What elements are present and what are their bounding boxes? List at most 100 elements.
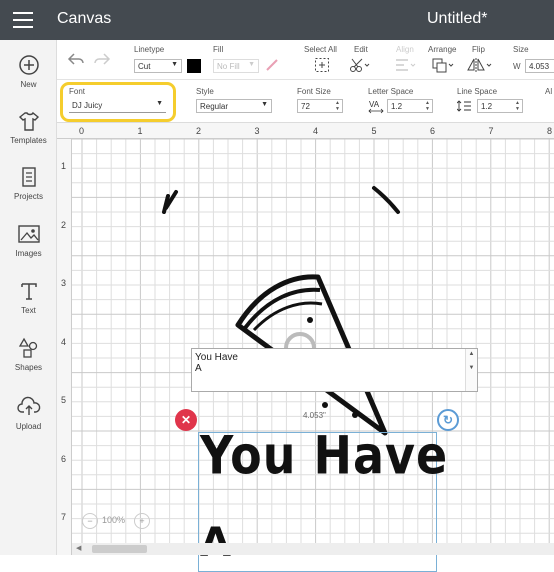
arrange-label: Arrange [428,45,457,54]
undo-icon[interactable] [67,52,85,66]
line-space-value: 1.2 [481,102,493,111]
sidebar-item-text[interactable]: Text [0,280,57,315]
zoom-control: − 100% + [82,513,154,531]
zoom-out-icon[interactable]: − [82,513,98,529]
sidebar-item-label: Templates [10,136,47,145]
hamburger-menu-icon[interactable] [13,12,39,30]
delete-icon[interactable]: ✕ [175,409,197,431]
fill-pen-icon [266,59,278,71]
line-space-stepper[interactable]: 1.2 ▲ ▼ [477,99,523,113]
headline-text[interactable]: You Have [200,424,448,486]
ruler-tick-label: 6 [61,453,67,464]
chevron-down-icon: ▼ [248,61,255,68]
ruler-tick-label: 1 [61,161,67,171]
sidebar-item-upload[interactable]: Upload [0,396,57,431]
stepper-arrows-icon[interactable]: ▲ ▼ [335,100,340,112]
letter-space-label: Letter Space [368,87,414,96]
text-icon [20,283,37,300]
style-select[interactable]: Regular ▼ [196,99,272,113]
edit-scissors-icon[interactable] [349,57,371,73]
letter-space-stepper[interactable]: 1.2 ▲ ▼ [387,99,433,113]
line-space-label: Line Space [457,87,498,96]
style-value: Regular [200,102,229,111]
ruler-tick-label: 4 [61,336,67,347]
text-edit-box[interactable]: You Have A ▲ ▼ [191,348,478,392]
zoom-in-icon[interactable]: + [134,513,150,529]
sidebar-item-label: Shapes [14,363,43,372]
size-label: Size [513,45,529,54]
document-title[interactable]: Untitled* [427,10,487,28]
select-all-label: Select All [304,45,337,54]
left-sidebar: New Templates Projects Images Text Shape… [0,40,57,555]
edit-label: Edit [354,45,368,54]
horizontal-scroll-thumb[interactable] [92,545,147,553]
sidebar-item-images[interactable]: Images [0,223,57,258]
shapes-icon [18,337,37,358]
sidebar-item-label: Images [15,249,42,258]
ruler-tick-label: 3 [254,126,260,136]
vertical-ruler: 1 2 3 4 5 6 7 [57,139,72,555]
sidebar-item-shapes[interactable]: Shapes [0,337,57,372]
zoom-level: 100% [102,515,126,525]
fill-label: Fill [213,45,224,54]
cloud-upload-icon [16,396,40,415]
font-size-value: 72 [301,102,310,111]
horizontal-scrollbar[interactable]: ◀ [72,543,554,555]
ruler-tick-label: 3 [61,278,67,288]
scroll-up-icon[interactable]: ▲ [466,349,477,357]
edit-toolbar: Linetype Cut ▼ Fill No Fill ▼ Select All E… [57,40,554,80]
shirt-icon [18,111,39,131]
ruler-tick-label: 5 [61,395,67,405]
flip-label: Flip [472,45,485,54]
text-edit-line-2: A [195,363,202,374]
ruler-tick-label: 0 [79,126,85,136]
ruler-tick-label: 7 [61,512,67,522]
sidebar-item-label: Text [21,306,36,315]
top-bar: Canvas Untitled* [0,0,554,40]
letter-space-icon: VA [368,100,384,114]
chevron-down-icon: ▼ [261,101,268,108]
sidebar-item-projects[interactable]: Projects [0,166,57,201]
alignment-label-truncated: Al [545,87,553,96]
arrange-icon[interactable] [431,57,455,73]
select-all-icon[interactable] [314,57,330,73]
linetype-value: Cut [138,62,151,71]
ruler-tick-label: 2 [61,219,67,230]
sidebar-item-new[interactable]: New [0,54,57,89]
size-width-prefix: W [513,62,521,71]
scroll-down-icon[interactable]: ▼ [466,357,477,371]
ruler-tick-label: 4 [313,126,319,136]
ruler-tick-label: 6 [430,126,436,136]
ruler-tick-label: 5 [371,126,377,136]
ruler-tick-label: 1 [137,126,143,136]
sidebar-item-label: Upload [15,422,42,431]
stepper-arrows-icon[interactable]: ▲ ▼ [515,100,520,112]
text-edit-scrollbar[interactable]: ▲ ▼ [465,349,477,391]
pizza-slice-image[interactable] [150,180,410,440]
ruler-tick-label: 2 [196,126,202,136]
text-edit-line-1: You Have [195,352,238,363]
sidebar-item-label: New [20,80,37,89]
line-space-icon [457,100,471,112]
size-width-input[interactable]: 4.053 [525,59,554,73]
plus-circle-icon [18,55,39,75]
chevron-down-icon: ▼ [171,61,178,68]
linetype-select[interactable]: Cut ▼ [134,59,182,73]
align-icon[interactable] [394,57,418,73]
projects-icon [21,167,36,187]
letter-space-value: 1.2 [391,102,403,111]
linetype-color-swatch[interactable] [187,59,201,73]
font-size-stepper[interactable]: 72 ▲ ▼ [297,99,343,113]
stepper-arrows-icon[interactable]: ▲ ▼ [425,100,430,112]
sidebar-item-templates[interactable]: Templates [0,110,57,145]
linetype-label: Linetype [134,45,165,54]
redo-icon[interactable] [93,52,111,66]
fill-select[interactable]: No Fill ▼ [213,59,259,73]
font-size-label: Font Size [297,87,331,96]
size-width-value: 4.053 [529,62,550,71]
flip-icon[interactable] [466,57,492,73]
font-highlight-outline [60,82,176,122]
app-title: Canvas [57,10,112,27]
sidebar-item-label: Projects [14,192,43,201]
scroll-left-icon[interactable]: ◀ [76,544,81,552]
